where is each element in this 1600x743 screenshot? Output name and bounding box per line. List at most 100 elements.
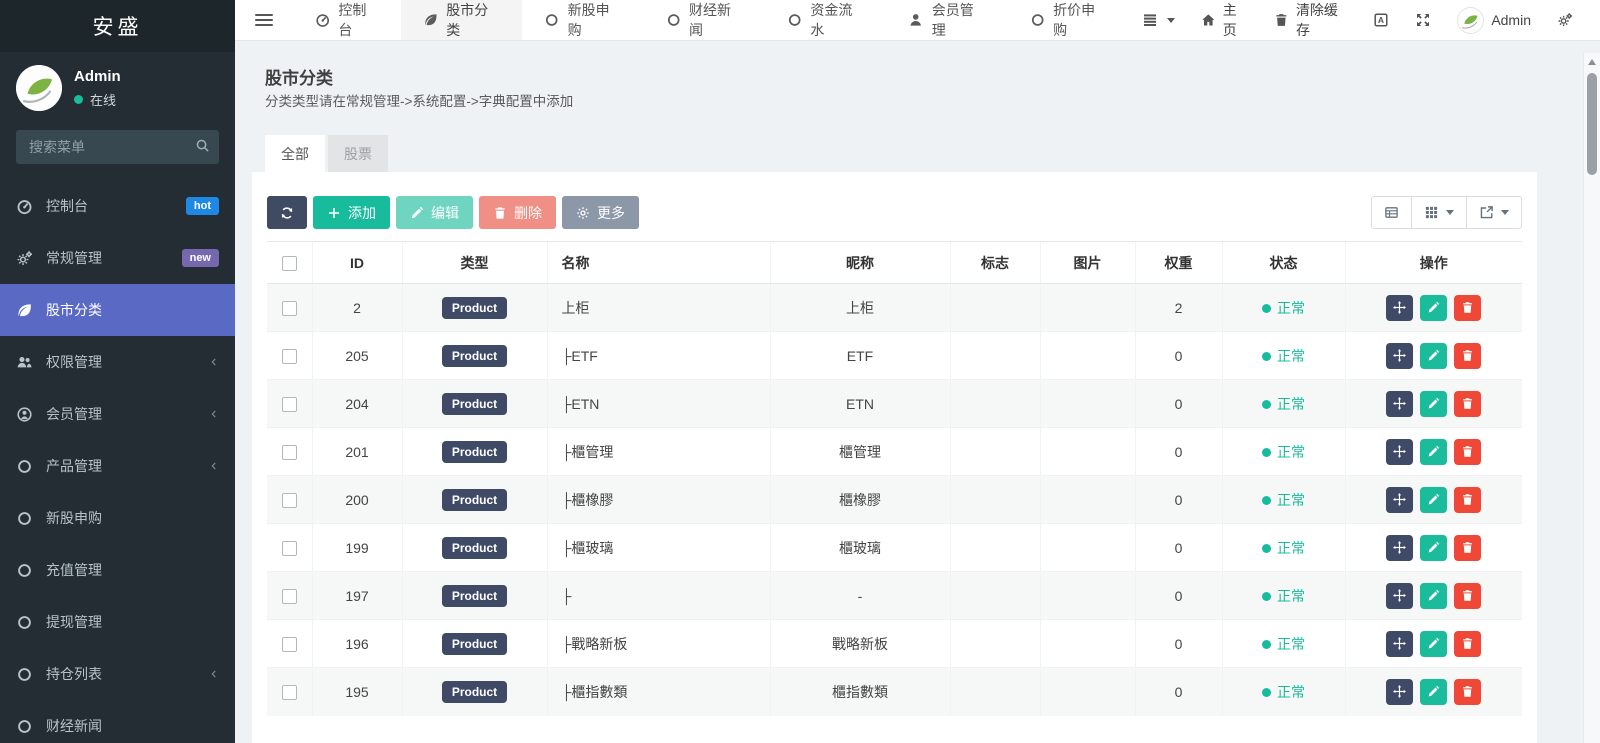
nav-tab[interactable]: 财经新闻 <box>644 0 765 40</box>
trash-icon <box>1461 349 1474 362</box>
add-button[interactable]: 添加 <box>313 196 390 229</box>
cell-weight: 0 <box>1135 620 1222 668</box>
edit-row-button[interactable] <box>1420 535 1447 561</box>
edit-row-button[interactable] <box>1420 583 1447 609</box>
hamburger-menu-icon[interactable] <box>235 0 293 40</box>
col-header-status: 状态 <box>1222 242 1345 284</box>
fullscreen-icon[interactable] <box>1402 0 1444 40</box>
delete-row-button[interactable] <box>1454 295 1481 321</box>
user-menu[interactable]: Admin <box>1444 0 1544 40</box>
edit-row-button[interactable] <box>1420 391 1447 417</box>
row-checkbox[interactable] <box>282 397 297 412</box>
delete-row-button[interactable] <box>1454 343 1481 369</box>
plus-icon <box>327 206 341 220</box>
filter-tab-label: 全部 <box>281 144 309 164</box>
sidebar-item[interactable]: 财经新闻 <box>0 700 235 743</box>
cell-weight: 0 <box>1135 572 1222 620</box>
edit-row-button[interactable] <box>1420 487 1447 513</box>
status-label: 正常 <box>1277 492 1305 508</box>
delete-button[interactable]: 删除 <box>479 196 556 229</box>
move-icon <box>1393 589 1406 602</box>
row-checkbox[interactable] <box>282 301 297 316</box>
cell-nick: 櫃橡膠 <box>770 476 950 524</box>
move-button[interactable] <box>1386 487 1413 513</box>
sidebar-item[interactable]: 权限管理 <box>0 336 235 388</box>
row-checkbox[interactable] <box>282 637 297 652</box>
search-input[interactable] <box>16 130 219 164</box>
toggle-view-button[interactable] <box>1371 196 1412 229</box>
type-badge: Product <box>442 297 507 319</box>
settings-gear-icon[interactable] <box>1544 0 1586 40</box>
scroll-up-arrow-icon[interactable] <box>1588 59 1596 65</box>
move-button[interactable] <box>1386 439 1413 465</box>
sidebar-item[interactable]: 会员管理 <box>0 388 235 440</box>
move-button[interactable] <box>1386 343 1413 369</box>
row-checkbox[interactable] <box>282 349 297 364</box>
edit-row-button[interactable] <box>1420 343 1447 369</box>
select-all-checkbox[interactable] <box>282 256 297 271</box>
cell-flag <box>950 524 1040 572</box>
delete-row-button[interactable] <box>1454 391 1481 417</box>
sidebar-item[interactable]: 产品管理 <box>0 440 235 492</box>
user-status-label: 在线 <box>90 90 116 109</box>
filter-tab[interactable]: 股票 <box>328 135 388 172</box>
cell-nick: 櫃指數類 <box>770 668 950 716</box>
move-button[interactable] <box>1386 583 1413 609</box>
clear-cache-link[interactable]: 清除缓存 <box>1261 0 1360 40</box>
edit-row-button[interactable] <box>1420 679 1447 705</box>
edit-row-button[interactable] <box>1420 631 1447 657</box>
home-link[interactable]: 主页 <box>1188 0 1261 40</box>
cell-id: 200 <box>312 476 402 524</box>
status-label: 正常 <box>1277 540 1305 556</box>
status-dot-icon <box>1262 352 1271 361</box>
status-label: 正常 <box>1277 636 1305 652</box>
sidebar-item[interactable]: 股市分类 <box>0 284 235 336</box>
row-checkbox[interactable] <box>282 685 297 700</box>
nav-tab[interactable]: 资金流水 <box>765 0 886 40</box>
sidebar-item[interactable]: 控制台 hot <box>0 180 235 232</box>
export-button[interactable] <box>1466 196 1522 229</box>
tabs-list-dropdown[interactable] <box>1129 0 1188 40</box>
delete-row-button[interactable] <box>1454 535 1481 561</box>
filter-tab[interactable]: 全部 <box>265 135 325 172</box>
search-icon[interactable] <box>195 138 210 153</box>
row-checkbox[interactable] <box>282 541 297 556</box>
move-button[interactable] <box>1386 295 1413 321</box>
scrollbar[interactable] <box>1583 53 1600 743</box>
cell-actions <box>1345 380 1522 428</box>
delete-row-button[interactable] <box>1454 487 1481 513</box>
refresh-icon <box>280 206 294 220</box>
move-button[interactable] <box>1386 391 1413 417</box>
delete-row-button[interactable] <box>1454 631 1481 657</box>
edit-button[interactable]: 编辑 <box>396 196 473 229</box>
nav-tab[interactable]: 会员管理 <box>886 0 1007 40</box>
sidebar-item[interactable]: 提现管理 <box>0 596 235 648</box>
nav-tab[interactable]: 新股申购 <box>522 0 643 40</box>
more-button[interactable]: 更多 <box>562 196 639 229</box>
row-checkbox[interactable] <box>282 445 297 460</box>
nav-tab[interactable]: 折价申购 <box>1008 0 1129 40</box>
columns-button[interactable] <box>1411 196 1467 229</box>
edit-row-button[interactable] <box>1420 439 1447 465</box>
row-checkbox[interactable] <box>282 589 297 604</box>
nav-tab[interactable]: 控制台 <box>293 0 401 40</box>
delete-row-button[interactable] <box>1454 583 1481 609</box>
delete-row-button[interactable] <box>1454 439 1481 465</box>
nav-tab[interactable]: 股市分类 <box>401 0 522 40</box>
move-button[interactable] <box>1386 535 1413 561</box>
sidebar-item[interactable]: 常规管理 new <box>0 232 235 284</box>
delete-row-button[interactable] <box>1454 679 1481 705</box>
move-button[interactable] <box>1386 631 1413 657</box>
pencil-icon <box>1427 397 1440 410</box>
cell-flag <box>950 428 1040 476</box>
sidebar-item[interactable]: 持仓列表 <box>0 648 235 700</box>
col-header-id: ID <box>312 242 402 284</box>
sidebar-item[interactable]: 充值管理 <box>0 544 235 596</box>
sidebar-item[interactable]: 新股申购 <box>0 492 235 544</box>
move-button[interactable] <box>1386 679 1413 705</box>
scroll-thumb[interactable] <box>1587 73 1597 175</box>
language-icon[interactable]: A <box>1360 0 1402 40</box>
edit-row-button[interactable] <box>1420 295 1447 321</box>
row-checkbox[interactable] <box>282 493 297 508</box>
refresh-button[interactable] <box>267 196 307 229</box>
